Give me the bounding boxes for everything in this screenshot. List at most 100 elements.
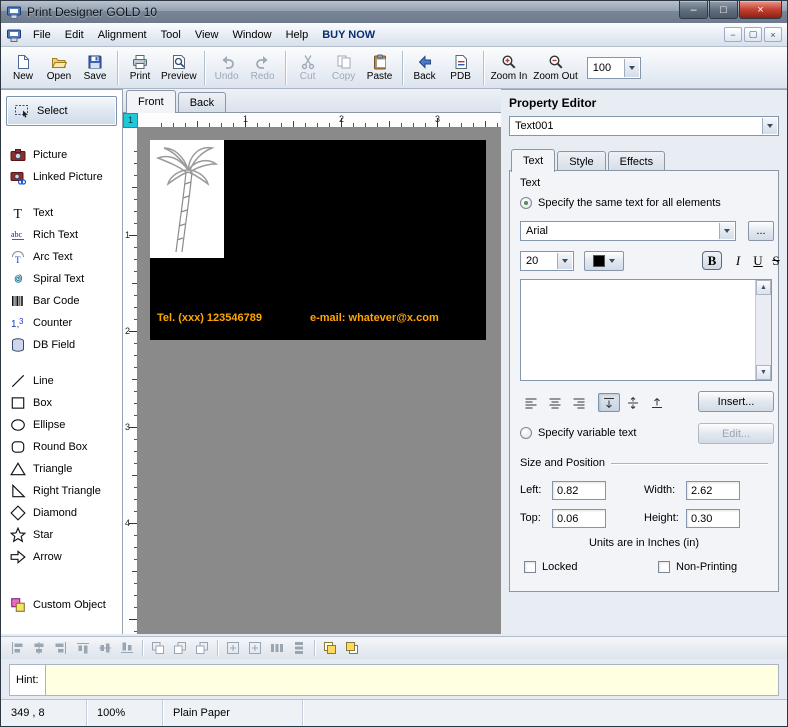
minimize-button[interactable]: – <box>679 1 708 19</box>
tool-arrow[interactable]: Arrow <box>6 546 117 568</box>
strikethrough-button[interactable]: S <box>766 251 786 270</box>
tool-ellipse[interactable]: Ellipse <box>6 414 117 436</box>
tool-text[interactable]: Text <box>6 202 117 224</box>
text-align-center-button[interactable] <box>544 393 566 412</box>
font-color-picker[interactable] <box>584 251 624 271</box>
cut-button[interactable]: Cut <box>290 49 326 87</box>
print-button[interactable]: Print <box>122 49 158 87</box>
align-top-edges-button[interactable] <box>73 639 93 657</box>
bring-to-front-button[interactable] <box>320 639 340 657</box>
text-scrollbar[interactable]: ▲ ▼ <box>755 280 771 380</box>
tool-picture[interactable]: Picture <box>6 144 117 166</box>
save-button[interactable]: Save <box>77 49 113 87</box>
zoom-level-combo[interactable]: 100 <box>586 56 641 79</box>
align-left-edges-button[interactable] <box>7 639 27 657</box>
non-printing-checkbox[interactable] <box>658 561 670 573</box>
menu-window[interactable]: Window <box>225 26 278 44</box>
element-selector-combo[interactable]: Text001 <box>509 116 779 136</box>
tool-box[interactable]: Box <box>6 392 117 414</box>
valign-top-button[interactable] <box>598 393 620 412</box>
tool-star[interactable]: Star <box>6 524 117 546</box>
menu-buy-now[interactable]: BUY NOW <box>315 26 382 44</box>
tool-bar-code[interactable]: Bar Code <box>6 290 117 312</box>
preview-button[interactable]: Preview <box>158 49 200 87</box>
font-size-dropdown-arrow-icon[interactable] <box>557 253 572 269</box>
card-email-text[interactable]: e-mail: whatever@x.com <box>310 312 439 324</box>
design-viewport[interactable]: Tel. (xxx) 123546789 e-mail: whatever@x.… <box>138 128 501 634</box>
font-family-combo[interactable]: Arial <box>520 221 736 241</box>
menu-edit[interactable]: Edit <box>58 26 91 44</box>
mdi-restore-button[interactable]: ▢ <box>744 27 762 42</box>
palm-tree-image[interactable] <box>150 140 224 258</box>
variable-text-radio[interactable] <box>520 427 532 439</box>
back-button[interactable]: Back <box>407 49 443 87</box>
undo-button[interactable]: Undo <box>209 49 245 87</box>
tab-style[interactable]: Style <box>557 151 606 171</box>
scroll-up-icon[interactable]: ▲ <box>756 280 771 295</box>
redo-button[interactable]: Redo <box>245 49 281 87</box>
zoom-out-button[interactable]: Zoom Out <box>530 49 580 87</box>
design-card[interactable]: Tel. (xxx) 123546789 e-mail: whatever@x.… <box>150 140 486 340</box>
center-horizontally-button[interactable] <box>223 639 243 657</box>
tool-diamond[interactable]: Diamond <box>6 502 117 524</box>
tab-effects[interactable]: Effects <box>607 151 666 171</box>
font-dropdown-arrow-icon[interactable] <box>719 223 734 239</box>
height-field[interactable] <box>686 509 740 528</box>
text-content-area[interactable] <box>521 280 755 380</box>
tab-front[interactable]: Front <box>126 90 176 113</box>
select-tool-button[interactable]: Select <box>6 96 117 126</box>
italic-button[interactable]: I <box>728 251 748 270</box>
close-button[interactable]: × <box>739 1 782 19</box>
same-text-radio[interactable] <box>520 197 532 209</box>
locked-checkbox[interactable] <box>524 561 536 573</box>
text-align-right-button[interactable] <box>568 393 590 412</box>
insert-button[interactable]: Insert... <box>698 391 774 412</box>
tab-back[interactable]: Back <box>177 92 227 112</box>
make-same-height-button[interactable] <box>170 639 190 657</box>
element-dropdown-arrow-icon[interactable] <box>762 118 777 134</box>
space-evenly-across-button[interactable] <box>267 639 287 657</box>
tool-db-field[interactable]: DB Field <box>6 334 117 356</box>
menu-tool[interactable]: Tool <box>154 26 188 44</box>
new-button[interactable]: New <box>5 49 41 87</box>
align-right-edges-button[interactable] <box>51 639 71 657</box>
mdi-close-button[interactable]: × <box>764 27 782 42</box>
pdb-button[interactable]: PDB <box>443 49 479 87</box>
tool-right-triangle[interactable]: Right Triangle <box>6 480 117 502</box>
align-bottom-edges-button[interactable] <box>117 639 137 657</box>
align-horizontal-centers-button[interactable] <box>29 639 49 657</box>
font-browse-button[interactable]: ... <box>748 221 774 241</box>
top-field[interactable] <box>552 509 606 528</box>
tool-rich-text[interactable]: Rich Text <box>6 224 117 246</box>
valign-middle-button[interactable] <box>622 393 644 412</box>
tool-line[interactable]: Line <box>6 370 117 392</box>
make-same-width-button[interactable] <box>148 639 168 657</box>
tool-counter[interactable]: Counter <box>6 312 117 334</box>
tool-arc-text[interactable]: Arc Text <box>6 246 117 268</box>
mdi-minimize-button[interactable]: − <box>724 27 742 42</box>
menu-view[interactable]: View <box>188 26 226 44</box>
tool-spiral-text[interactable]: Spiral Text <box>6 268 117 290</box>
menu-alignment[interactable]: Alignment <box>91 26 154 44</box>
align-vertical-centers-button[interactable] <box>95 639 115 657</box>
left-field[interactable] <box>552 481 606 500</box>
center-vertically-button[interactable] <box>245 639 265 657</box>
copy-button[interactable]: Copy <box>326 49 362 87</box>
menu-file[interactable]: File <box>26 26 58 44</box>
make-same-size-button[interactable] <box>192 639 212 657</box>
tool-round-box[interactable]: Round Box <box>6 436 117 458</box>
tool-linked-picture[interactable]: Linked Picture <box>6 166 117 188</box>
width-field[interactable] <box>686 481 740 500</box>
font-size-combo[interactable]: 20 <box>520 251 574 271</box>
paste-button[interactable]: Paste <box>362 49 398 87</box>
space-evenly-down-button[interactable] <box>289 639 309 657</box>
bold-button[interactable]: B <box>702 251 722 270</box>
edit-button[interactable]: Edit... <box>698 423 774 444</box>
open-button[interactable]: Open <box>41 49 77 87</box>
zoom-in-button[interactable]: Zoom In <box>488 49 531 87</box>
send-to-back-button[interactable] <box>342 639 362 657</box>
text-align-left-button[interactable] <box>520 393 542 412</box>
tab-text[interactable]: Text <box>511 149 556 172</box>
zoom-dropdown-arrow-icon[interactable] <box>623 58 639 77</box>
tool-custom-object[interactable]: Custom Object <box>6 594 117 616</box>
